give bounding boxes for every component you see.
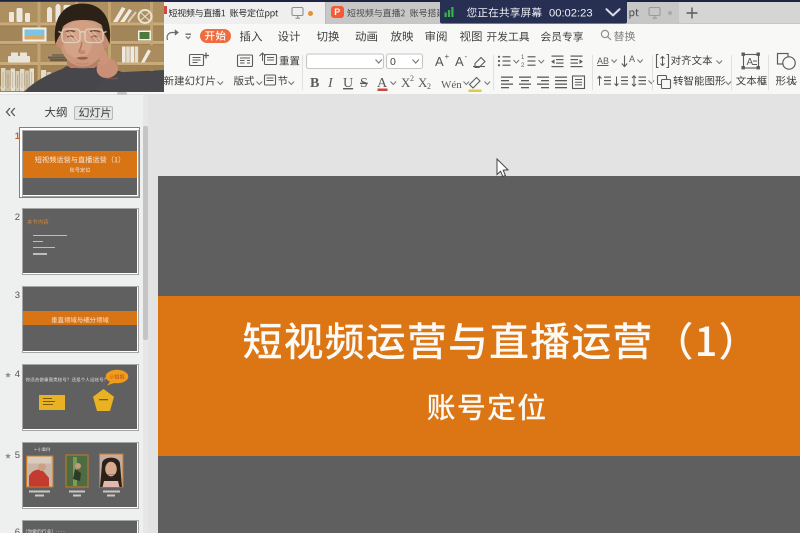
svg-text:00:02:23: 00:02:23: [549, 8, 593, 20]
